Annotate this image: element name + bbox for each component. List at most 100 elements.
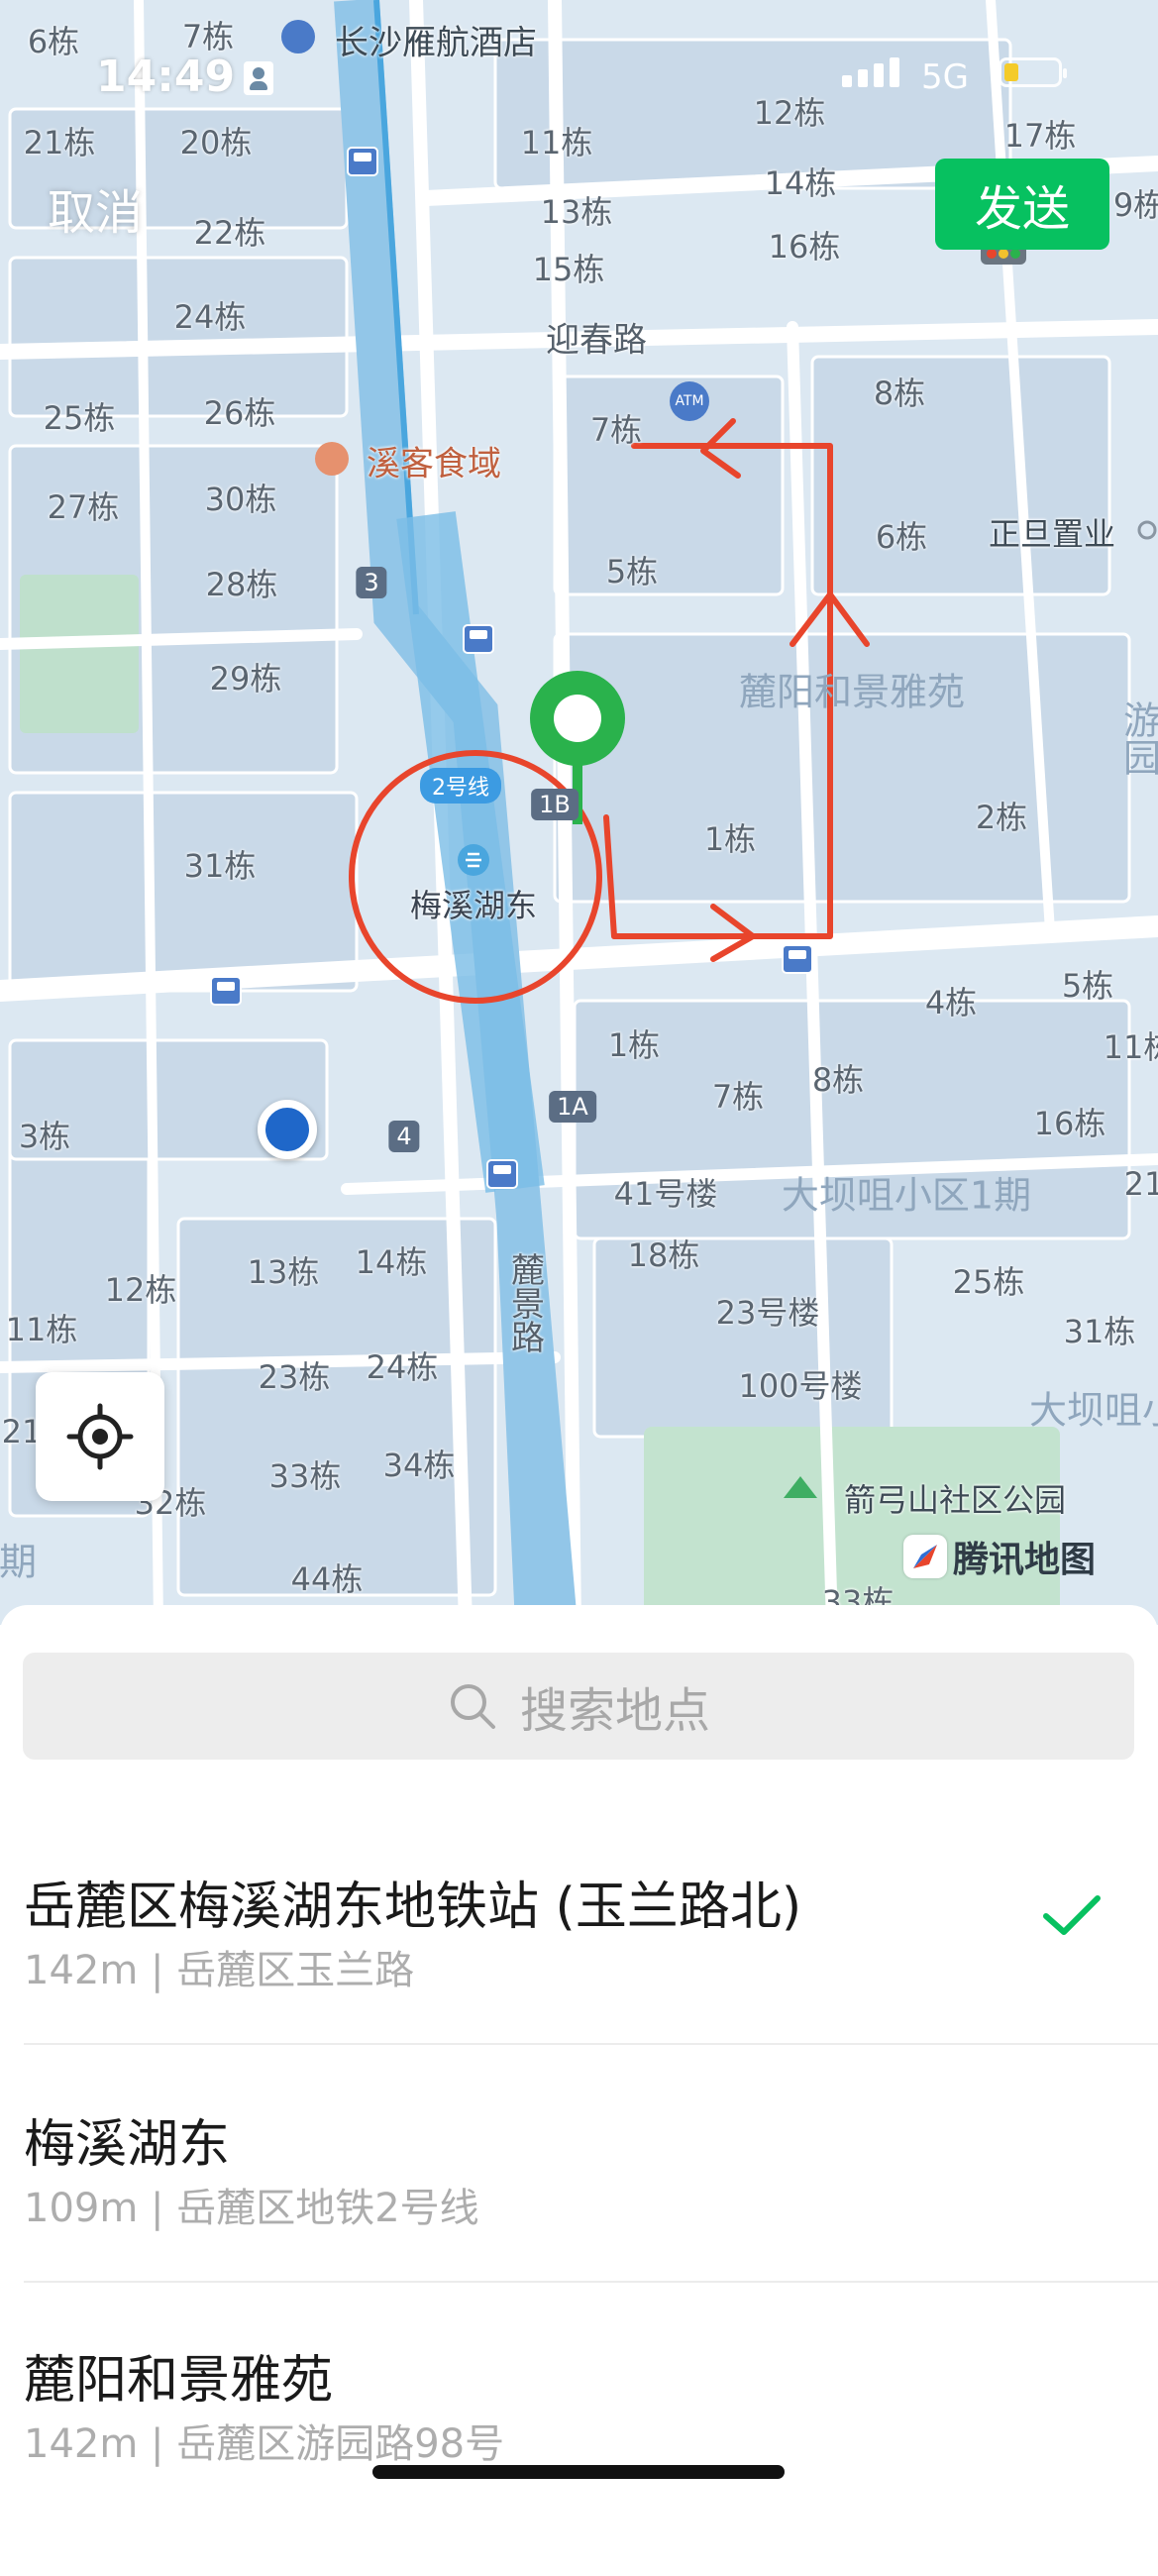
map-label: 33栋 [269, 1451, 342, 1497]
map-label: 6栋 [28, 17, 79, 62]
exit-badge-1a: 1A [549, 1091, 596, 1123]
map-label-youyuan: 游园 [1112, 700, 1158, 776]
map-label: 6栋 [876, 512, 927, 558]
map-label: 14栋 [356, 1237, 428, 1283]
exit-badge-4: 4 [388, 1121, 419, 1152]
map-label: 5栋 [606, 547, 658, 592]
map-label: 23栋 [259, 1352, 331, 1398]
map-label: 24栋 [367, 1342, 439, 1388]
network-label: 5G [921, 57, 969, 97]
map-label: 31栋 [184, 841, 257, 887]
locate-me-button[interactable] [36, 1372, 164, 1501]
search-icon [447, 1680, 498, 1732]
map-label: 1栋 [608, 1020, 660, 1066]
bus-stop-icon [463, 624, 494, 654]
result-subtitle: 142m | 岳麓区玉兰路 [24, 1938, 414, 1995]
map-label: 7栋 [712, 1072, 764, 1118]
map-label-daba1: 大坝咀小区1期 [782, 1165, 1031, 1220]
map-label: 30栋 [205, 475, 277, 520]
bus-stop-icon [210, 976, 242, 1006]
map-label: 25栋 [953, 1257, 1025, 1303]
result-subtitle: 109m | 岳麓区地铁2号线 [24, 2176, 479, 2233]
map-label: 22栋 [194, 208, 266, 254]
bus-stop-icon [782, 944, 813, 974]
map-label: 24栋 [174, 292, 247, 338]
map-label: 21 [1124, 1165, 1158, 1203]
map-label-lujing: 麓阳和景雅苑 [739, 662, 965, 716]
map-label: 11栋 [1104, 1022, 1158, 1068]
map-label: 44栋 [291, 1555, 364, 1600]
map-label: 1栋 [704, 814, 756, 860]
tencent-maps-logo: 腾讯地图 [903, 1531, 1096, 1582]
cancel-button[interactable]: 取消 [48, 173, 143, 243]
map-label-daba: 大坝咀小 [1029, 1380, 1158, 1435]
map-label: 4栋 [925, 978, 977, 1023]
divider [24, 2043, 1158, 2045]
map-label: 100号楼 [738, 1361, 862, 1407]
map-label: 8栋 [874, 369, 925, 414]
map-label: 期 [0, 1532, 37, 1586]
result-item[interactable]: 岳麓区梅溪湖东地铁站 (玉兰路北) 142m | 岳麓区玉兰路 [0, 1865, 1158, 2102]
map-label: 13栋 [541, 187, 613, 233]
map-label: 5栋 [1062, 961, 1113, 1007]
map-label: 25栋 [44, 393, 116, 439]
crosshair-icon [65, 1402, 135, 1471]
map-label-station: 梅溪湖东 [410, 881, 537, 926]
map-label: 28栋 [206, 560, 278, 605]
road-label-yingchun: 迎春路 [546, 313, 647, 362]
bus-stop-icon [486, 1159, 518, 1189]
map-label: 26栋 [204, 388, 276, 434]
map-label: 7栋 [590, 405, 642, 451]
map-label: 13栋 [248, 1247, 320, 1293]
map-label: 20栋 [180, 118, 253, 163]
map-label: 12栋 [105, 1265, 177, 1311]
result-title: 岳麓区梅溪湖东地铁站 (玉兰路北) [24, 1865, 801, 1939]
map-label-zhengdan: 正旦置业 [989, 509, 1115, 555]
map-label: 12栋 [754, 88, 826, 134]
map-label: 23号楼 [716, 1288, 820, 1334]
metro-line-badge: 2号线 [420, 768, 501, 804]
map-label: 11栋 [521, 118, 593, 163]
exit-badge-1b: 1B [531, 789, 579, 820]
map-label: 9栋 [1113, 180, 1158, 226]
map-label: 18栋 [628, 1231, 700, 1276]
person-icon [244, 61, 273, 95]
tencent-maps-logo-text: 腾讯地图 [953, 1531, 1096, 1582]
map-label-restaurant: 溪客食域 [367, 437, 501, 485]
map-label: 14栋 [765, 159, 837, 204]
search-placeholder: 搜索地点 [520, 1671, 710, 1741]
map-label: 11栋 [6, 1305, 78, 1350]
map-label: 17栋 [1004, 111, 1077, 157]
map-label: 34栋 [383, 1441, 456, 1486]
result-item[interactable]: 梅溪湖东 109m | 岳麓区地铁2号线 [0, 2102, 1158, 2340]
checkmark-icon [1040, 1892, 1104, 1940]
bottom-sheet: 搜索地点 岳麓区梅溪湖东地铁站 (玉兰路北) 142m | 岳麓区玉兰路 梅溪湖… [0, 1605, 1158, 2509]
map-label: 29栋 [210, 654, 282, 699]
home-indicator[interactable] [372, 2465, 785, 2479]
bus-stop-icon [347, 147, 378, 176]
compass-icon [903, 1535, 947, 1578]
user-location-dot [258, 1100, 317, 1159]
result-item[interactable]: 麓阳和景雅苑 142m | 岳麓区游园路98号 [0, 2338, 1158, 2576]
exit-badge-3: 3 [356, 567, 386, 598]
battery-icon [999, 57, 1062, 87]
signal-icon [842, 57, 905, 91]
map-label: 3栋 [19, 1112, 70, 1157]
map-label: 16栋 [1034, 1099, 1106, 1144]
map-label: 21栋 [24, 118, 96, 163]
result-title: 麓阳和景雅苑 [24, 2338, 333, 2413]
map-label-hotel: 长沙雁航酒店 [335, 16, 537, 64]
result-subtitle: 142m | 岳麓区游园路98号 [24, 2412, 504, 2469]
map-label: 16栋 [769, 222, 841, 268]
map-label: 31栋 [1064, 1307, 1136, 1352]
map-label: 2栋 [976, 793, 1027, 838]
result-title: 梅溪湖东 [24, 2102, 230, 2177]
send-button[interactable]: 发送 [935, 159, 1109, 250]
divider [24, 2281, 1158, 2283]
map-label: 8栋 [812, 1055, 864, 1101]
map-label-park: 箭弓山社区公园 [844, 1475, 1066, 1521]
map-label: 41号楼 [614, 1169, 718, 1215]
map-label: 27栋 [48, 483, 120, 528]
status-time: 14:49 [96, 52, 235, 102]
search-input[interactable]: 搜索地点 [23, 1653, 1134, 1760]
